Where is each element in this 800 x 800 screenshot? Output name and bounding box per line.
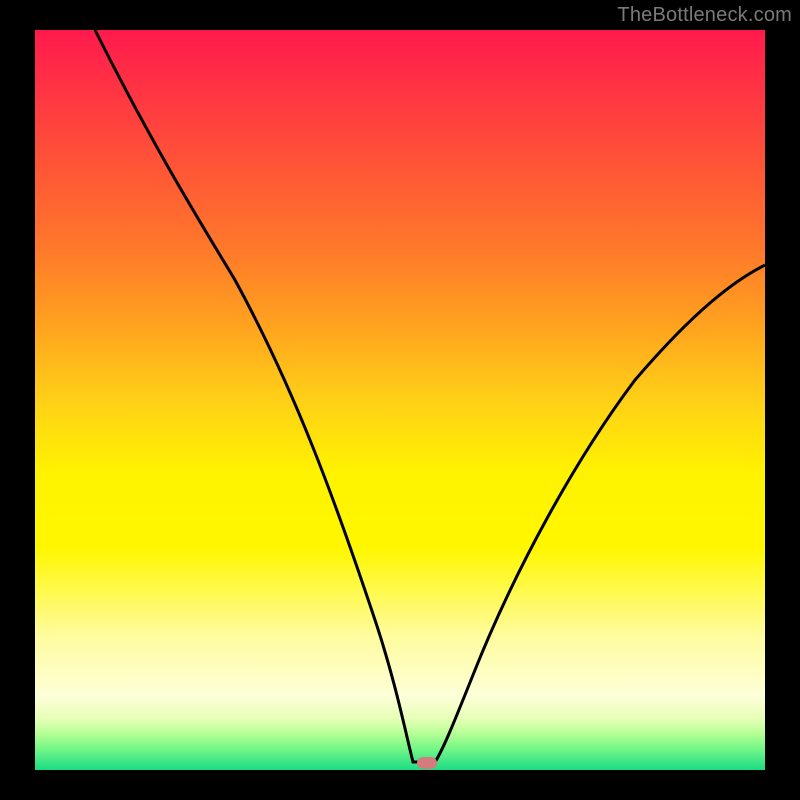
bottleneck-curve	[35, 30, 765, 770]
watermark-text: TheBottleneck.com	[617, 4, 792, 27]
plot-area	[35, 30, 765, 770]
chart-frame: TheBottleneck.com	[0, 0, 800, 800]
optimal-marker	[417, 757, 437, 769]
curve-path	[95, 30, 765, 762]
